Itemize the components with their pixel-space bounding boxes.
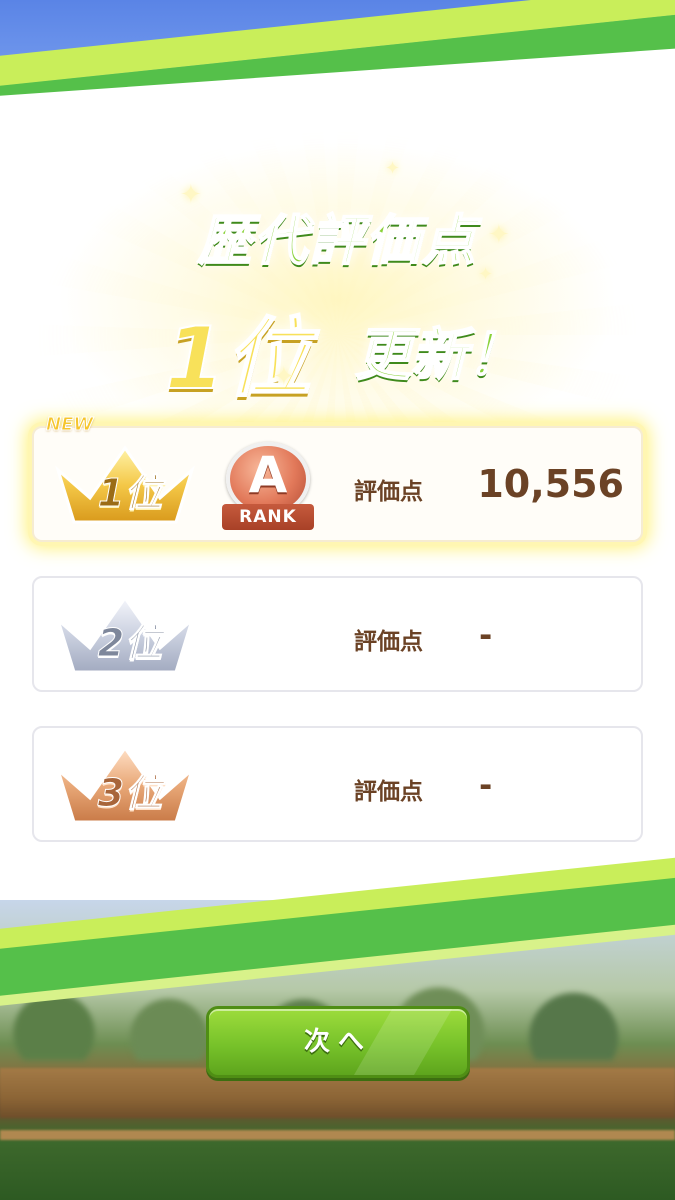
- title-subheading: 1位 更新！: [0, 288, 675, 410]
- sparkle-icon: ✦: [180, 180, 202, 210]
- ranking-row-1: NEW 1位 A RANK 評価点 10,556: [32, 414, 643, 542]
- crown-rank-label: 3位: [97, 771, 163, 816]
- rank-a-badge-icon: A RANK: [222, 442, 314, 532]
- sparkle-icon: ✦: [385, 158, 401, 179]
- gold-crown-icon: 1位: [50, 440, 200, 534]
- crown-rank-label: 1位: [97, 471, 163, 516]
- title-heading: 歴代評価点: [197, 208, 478, 273]
- ranking-row-3: 3位 評価点 -: [32, 726, 643, 842]
- next-button[interactable]: 次へ: [206, 1006, 470, 1078]
- score-value: -: [479, 766, 493, 804]
- score-label: 評価点: [354, 629, 423, 655]
- score-value: -: [479, 616, 493, 654]
- blurred-rail: [0, 1130, 675, 1140]
- bronze-crown-icon: 3位: [50, 740, 200, 834]
- score-value: 10,556: [477, 462, 624, 506]
- title-update: 更新！: [354, 322, 524, 389]
- score-label: 評価点: [354, 479, 423, 505]
- sparkle-icon: ✦: [488, 220, 510, 250]
- title-rank: 1位: [164, 308, 312, 410]
- sparkle-icon: ✦: [273, 362, 295, 392]
- ranking-row-2: 2位 評価点 -: [32, 576, 643, 692]
- result-screen: 歴代評価点 1位 更新！ ✦ ✦ ✦ ✦ ✦ NEW 1位 A RANK 評価点…: [0, 0, 675, 1200]
- next-button-label: 次へ: [303, 1027, 372, 1057]
- crown-rank-label: 2位: [97, 621, 163, 666]
- silver-crown-icon: 2位: [50, 590, 200, 684]
- new-badge: NEW: [45, 414, 94, 436]
- rank-ribbon: RANK: [222, 504, 314, 530]
- title-area: 歴代評価点 1位 更新！ ✦ ✦ ✦ ✦ ✦: [0, 158, 675, 410]
- score-label: 評価点: [354, 779, 423, 805]
- sparkle-icon: ✦: [478, 264, 494, 285]
- rank-letter: A: [248, 446, 288, 504]
